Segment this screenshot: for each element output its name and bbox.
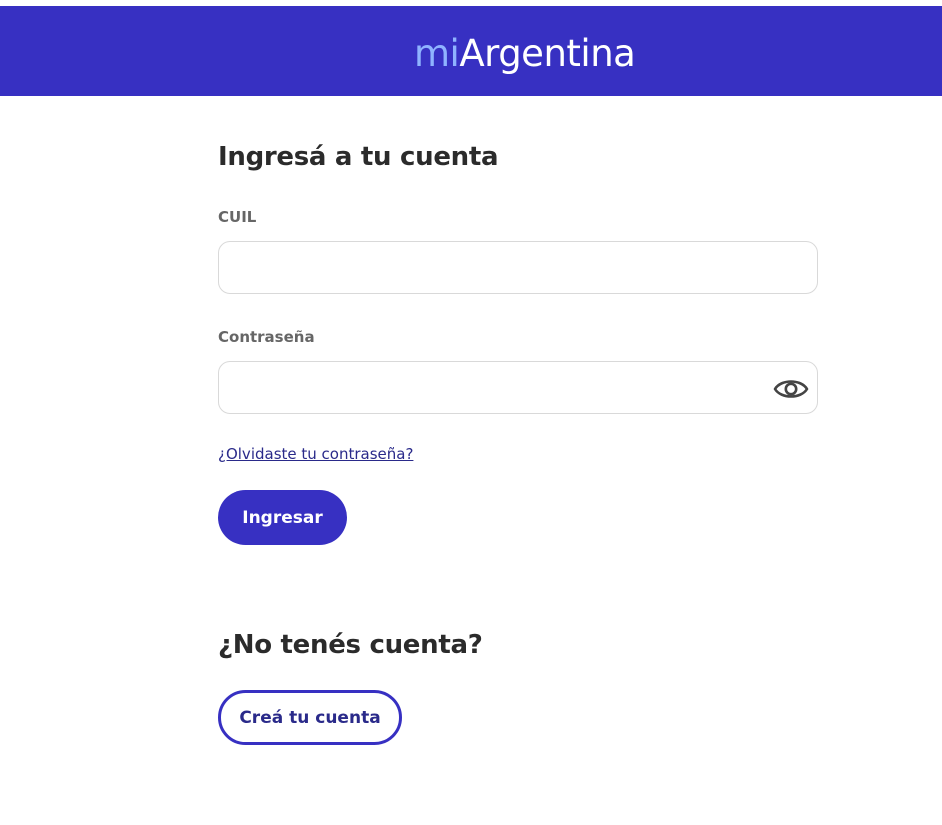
cuil-input[interactable] xyxy=(218,241,818,294)
register-title: ¿No tenés cuenta? xyxy=(218,630,483,660)
logo-prefix: mi xyxy=(414,32,460,75)
eye-icon[interactable] xyxy=(773,375,809,403)
password-input[interactable] xyxy=(218,361,818,414)
create-account-button[interactable]: Creá tu cuenta xyxy=(218,690,402,745)
login-button[interactable]: Ingresar xyxy=(218,490,347,545)
cuil-label: CUIL xyxy=(218,208,257,226)
forgot-password-link[interactable]: ¿Olvidaste tu contraseña? xyxy=(218,444,413,464)
password-label: Contraseña xyxy=(218,328,315,346)
miargentina-logo[interactable]: miArgentina xyxy=(414,32,636,76)
login-title: Ingresá a tu cuenta xyxy=(218,142,499,172)
app-header: miArgentina xyxy=(0,6,942,96)
logo-suffix: Argentina xyxy=(459,32,636,75)
